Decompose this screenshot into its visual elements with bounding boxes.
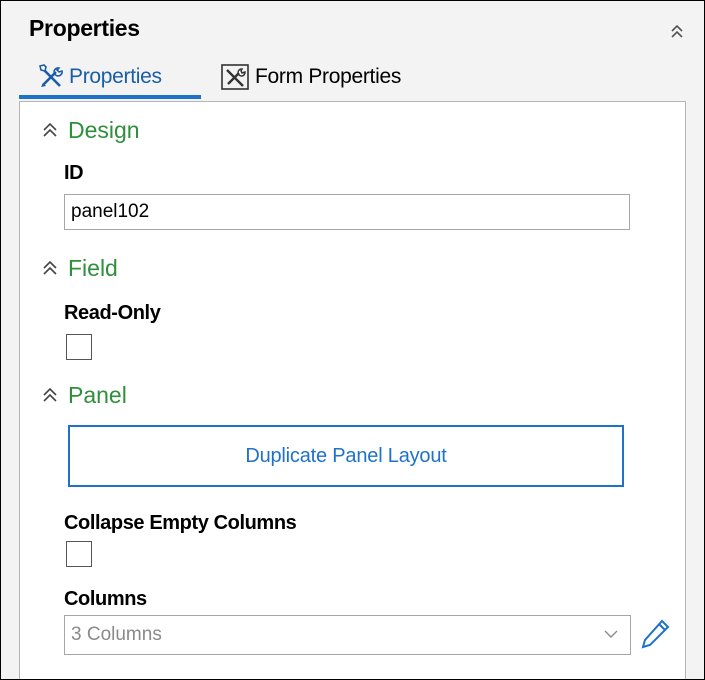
section-design-header[interactable]: Design (42, 115, 140, 145)
collapse-empty-columns-checkbox[interactable] (66, 541, 92, 567)
properties-content: Design ID Field Read-Only Panel Duplicat… (19, 101, 686, 679)
section-design-title: Design (68, 116, 140, 143)
double-chevron-up-icon (43, 260, 57, 275)
section-panel-header[interactable]: Panel (42, 380, 127, 410)
section-field-header[interactable]: Field (42, 253, 118, 283)
properties-panel: Properties Properties Form Properties De… (0, 0, 705, 680)
collapse-panel-button[interactable] (670, 23, 684, 39)
columns-select-value: 3 Columns (71, 624, 162, 645)
columns-select[interactable]: 3 Columns (64, 615, 631, 655)
double-chevron-up-icon (671, 24, 683, 38)
readonly-checkbox[interactable] (66, 334, 92, 360)
tab-properties-label: Properties (69, 65, 162, 88)
tab-form-properties-label: Form Properties (255, 65, 402, 88)
tab-bar: Properties Form Properties (19, 59, 686, 99)
pencil-icon (641, 619, 670, 649)
chevron-down-icon (604, 630, 618, 638)
active-tab-underline (19, 95, 201, 99)
columns-label: Columns (64, 588, 147, 610)
section-field-title: Field (68, 254, 118, 281)
panel-title: Properties (29, 15, 140, 41)
double-chevron-up-icon (43, 387, 57, 402)
section-panel-title: Panel (68, 381, 127, 408)
id-input[interactable] (64, 194, 630, 230)
tab-properties[interactable]: Properties (19, 59, 201, 99)
double-chevron-up-icon (43, 122, 57, 137)
tab-form-properties[interactable]: Form Properties (219, 59, 401, 95)
collapse-empty-columns-label: Collapse Empty Columns (64, 512, 297, 534)
tools-icon (39, 64, 63, 87)
id-label: ID (64, 162, 84, 184)
duplicate-panel-layout-button[interactable]: Duplicate Panel Layout (68, 425, 624, 487)
readonly-label: Read-Only (64, 302, 161, 324)
form-tools-icon (221, 64, 249, 90)
edit-columns-button[interactable] (638, 617, 672, 651)
panel-header: Properties (1, 1, 704, 57)
